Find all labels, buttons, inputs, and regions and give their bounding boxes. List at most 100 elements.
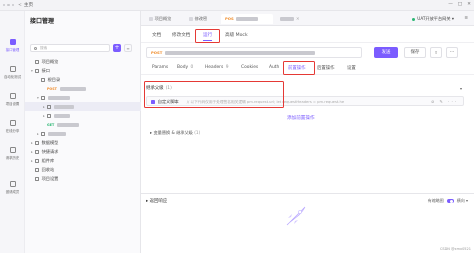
tree-item[interactable]: ▸ — [25, 111, 141, 120]
env-label: UAT开放平台网关 — [417, 16, 451, 21]
tree-item[interactable]: ▸ — [25, 129, 141, 138]
member-icon — [9, 181, 16, 187]
rail-label: 接口管理 — [5, 47, 20, 52]
left-rail: 接口管理 自动化测试 项目设置 在线分享 请求历史 邀请成员 — [0, 11, 25, 253]
var-label: 变量替换 & 继承父级 — [153, 130, 193, 135]
tree-item[interactable]: ▾ — [25, 93, 141, 102]
tree-item[interactable]: ▸ 组件库 — [25, 156, 141, 165]
tree-item-label: 回收站 — [41, 167, 55, 172]
back-icon[interactable]: < — [18, 3, 22, 8]
tree-item-label: 接口 — [41, 68, 50, 73]
tree-item[interactable]: POST — [25, 84, 141, 93]
folder-icon — [47, 105, 51, 109]
app-home-label[interactable]: 主页 — [24, 2, 33, 8]
thumbnail-toggle[interactable] — [446, 199, 454, 203]
overview-icon — [149, 17, 153, 21]
highlight-pre-request-tab — [283, 61, 315, 75]
tab-label: Cookies — [241, 65, 259, 70]
tab-advanced-mock[interactable]: 高级 Mock — [225, 32, 248, 38]
tab-headers[interactable]: Headers 9 — [205, 65, 228, 70]
tree-item-label: 项目概览 — [41, 59, 59, 64]
mode-tabs: 文档 修改文档 运行 高级 Mock — [141, 26, 474, 43]
tree-item-label: 项目设置 — [41, 176, 59, 181]
tree-item[interactable]: ▸ — [25, 102, 141, 111]
share-icon[interactable]: ⇪ — [430, 47, 442, 58]
rail-item-invite[interactable]: 邀请成员 — [0, 181, 25, 194]
env-status-icon — [412, 17, 416, 21]
tab-auth[interactable]: Auth — [269, 65, 279, 70]
folder-icon — [41, 96, 45, 100]
tab-edit-doc[interactable]: 修改文档 — [172, 32, 190, 38]
blurred-name — [57, 123, 80, 127]
tab-post-request[interactable]: POS — [221, 14, 273, 24]
tab-doc[interactable]: 文档 — [152, 32, 161, 38]
close-icon[interactable]: ✕ — [296, 16, 300, 21]
search-input[interactable]: 搜索 — [30, 44, 110, 52]
environment-selector[interactable]: UAT开放平台网关 ▾ — [412, 14, 454, 23]
url-input[interactable]: POST — [146, 47, 362, 58]
tree-item[interactable]: 项目概览 — [25, 57, 141, 66]
rail-label: 在线分享 — [5, 128, 20, 133]
blurred-name — [47, 132, 66, 136]
tab-label: 设置 — [347, 66, 356, 71]
maximize-icon[interactable]: □ — [458, 2, 462, 7]
window-traffic-lights[interactable] — [3, 3, 15, 7]
response-title[interactable]: ▸ 返回响应 — [146, 198, 167, 204]
minimize-icon[interactable]: — — [448, 2, 453, 7]
highlight-preop-area — [144, 81, 284, 108]
tab-count: 9 — [225, 65, 229, 70]
tab-edit[interactable]: 修改密 — [185, 14, 211, 24]
response-label: 返回响应 — [149, 199, 168, 204]
script-actions[interactable]: ⊘ ✎ ··· — [431, 97, 458, 106]
tab-params[interactable]: Params — [152, 65, 168, 70]
test-icon — [9, 66, 16, 72]
tab-label: Headers — [205, 65, 224, 70]
rail-item-autotest[interactable]: 自动化测试 — [0, 66, 25, 79]
save-button[interactable]: 保存 — [404, 47, 426, 58]
rail-label: 请求历史 — [5, 155, 20, 160]
blurred-tab-name — [280, 17, 294, 21]
tree-item[interactable]: 项目设置 — [25, 174, 141, 183]
tree-item[interactable]: GET — [25, 120, 141, 129]
add-pre-request-button[interactable]: 添加前置操作 — [287, 115, 315, 121]
thumbnail-label: 有缩略图 — [427, 198, 444, 203]
tab-cookies[interactable]: Cookies — [241, 65, 258, 70]
layout-mode[interactable]: 横向 — [457, 198, 465, 203]
tab-body[interactable]: Body 0 — [177, 65, 193, 70]
tree-item-label: 组件库 — [41, 158, 55, 163]
tree-item[interactable]: ▸ 数据模型 — [25, 138, 141, 147]
tree-item-label: 数据模型 — [41, 140, 59, 145]
rail-item-share[interactable]: 在线分享 — [0, 120, 25, 133]
tab-label: Params — [152, 65, 169, 70]
tab-post-request[interactable]: 后置操作 — [317, 65, 335, 71]
close-icon[interactable]: ✕ — [467, 2, 471, 7]
search-icon — [33, 46, 37, 50]
menu-icon[interactable]: ≡ — [464, 16, 468, 21]
rail-item-history[interactable]: 请求历史 — [0, 147, 25, 160]
add-button[interactable]: + — [113, 44, 121, 52]
title-bar: < 主页 — □ ✕ — [0, 0, 474, 11]
overview-icon — [35, 60, 39, 64]
tree-item[interactable]: ▾ 接口 — [25, 66, 141, 75]
tree-item-label: 根目录 — [47, 77, 61, 82]
trash-icon — [35, 168, 39, 172]
tab-count: 0 — [190, 65, 194, 70]
tab-overview[interactable]: 项目概览 — [145, 14, 175, 24]
blurred-tab-name — [235, 17, 258, 21]
tab-blurred[interactable]: ✕ — [276, 14, 304, 24]
tree-item[interactable]: 根目录 — [25, 75, 141, 84]
api-icon — [9, 39, 16, 45]
variable-inherit-row[interactable]: ▸ 变量替换 & 继承父级 (1) — [150, 130, 200, 136]
blurred-url — [165, 51, 316, 55]
more-icon[interactable]: ··· — [446, 47, 458, 58]
tab-settings[interactable]: 设置 — [347, 65, 356, 71]
rail-item-settings[interactable]: 项目设置 — [0, 93, 25, 106]
rail-item-api[interactable]: 接口管理 — [0, 39, 25, 52]
tree-item[interactable]: ▸ 快捷请求 — [25, 147, 141, 156]
method-label: POST — [151, 50, 163, 55]
filter-button[interactable]: ≡ — [124, 44, 132, 52]
send-button[interactable]: 发送 — [374, 47, 398, 58]
chevron-down-icon[interactable]: ▾ — [460, 84, 462, 93]
tab-label: 项目概览 — [154, 16, 172, 21]
tree-item[interactable]: 回收站 — [25, 165, 141, 174]
